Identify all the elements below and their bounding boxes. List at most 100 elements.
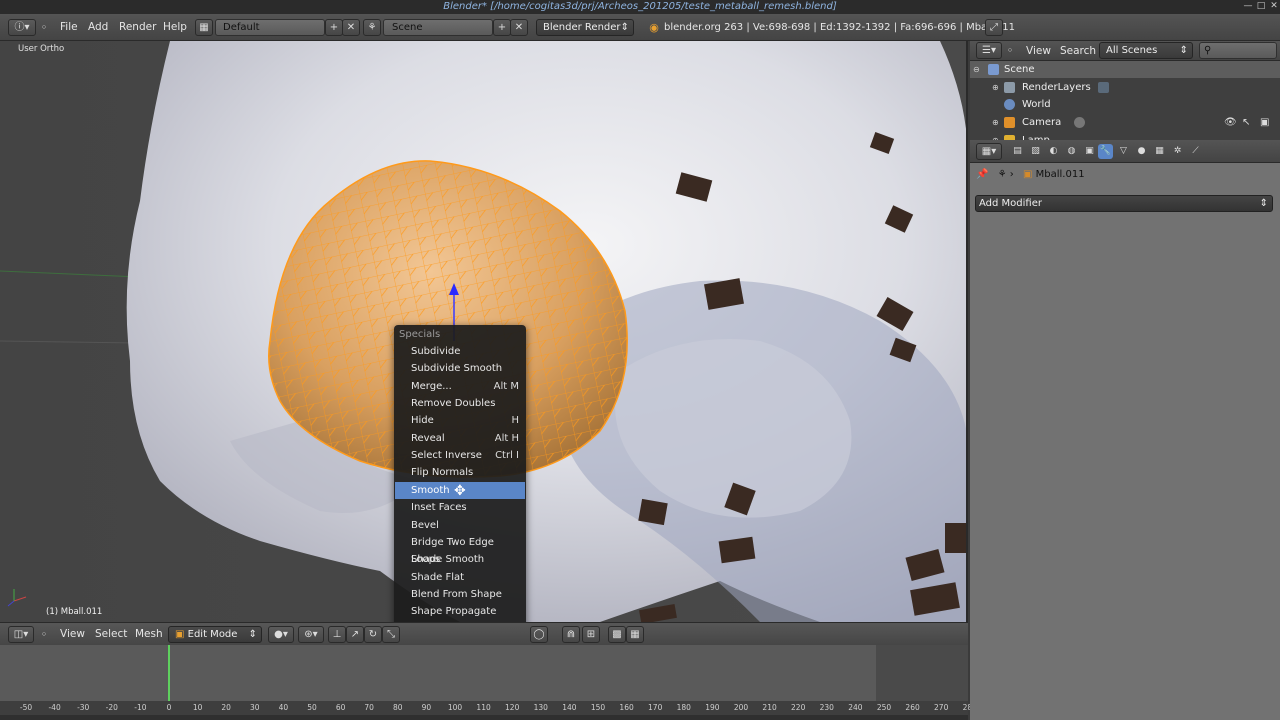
menu-item-select-inverse[interactable]: Select Inverse Ctrl I bbox=[395, 447, 525, 464]
render-anim-icon[interactable]: ▦ bbox=[626, 626, 644, 643]
outliner-menu-search[interactable]: Search bbox=[1060, 44, 1096, 59]
timeline-out-of-range bbox=[876, 645, 968, 701]
outliner-row-camera[interactable]: ⊕ Camera 👁 ↖ ▣ bbox=[970, 114, 1280, 131]
snap-element-icon[interactable]: ⊞ bbox=[582, 626, 600, 643]
render-toggle-icon[interactable]: ▣ bbox=[1260, 114, 1269, 131]
pivot-icon[interactable]: ⊛▾ bbox=[298, 626, 324, 643]
object-tab-icon[interactable]: ▣ bbox=[1082, 144, 1097, 159]
current-frame-cursor[interactable] bbox=[168, 645, 170, 705]
menu-item-subdivide-smooth[interactable]: Subdivide Smooth bbox=[395, 360, 525, 377]
shading-icon[interactable]: ●▾ bbox=[268, 626, 294, 643]
add-layout-icon[interactable]: + bbox=[325, 19, 343, 36]
menu-mesh[interactable]: Mesh bbox=[135, 628, 163, 640]
timeline-scrollbar[interactable] bbox=[0, 715, 968, 720]
outliner-row-renderlayers[interactable]: ⊕ RenderLayers bbox=[970, 79, 1280, 96]
minimize-button[interactable]: — bbox=[1242, 1, 1254, 12]
collapse-menu-icon[interactable]: ◦ bbox=[1002, 42, 1018, 59]
expand-icon[interactable]: ⊕ bbox=[992, 132, 1002, 140]
menu-render[interactable]: Render bbox=[119, 20, 156, 35]
scene-tab-icon[interactable]: ◐ bbox=[1046, 144, 1061, 159]
editor-type-icon[interactable]: ⓘ▾ bbox=[8, 19, 36, 36]
outliner-row-scene[interactable]: ⊖ Scene bbox=[970, 61, 1280, 78]
proportional-edit-icon[interactable]: ◯ bbox=[530, 626, 548, 643]
blender-window: Blender* [/home/cogitas3d/prj/Archeos_20… bbox=[0, 0, 1280, 720]
editor-type-icon[interactable]: ◫▾ bbox=[8, 626, 34, 643]
expand-icon[interactable]: ⊕ bbox=[992, 79, 1002, 96]
menu-item-hide[interactable]: Hide H bbox=[395, 412, 525, 429]
chevron-updown-icon: ⇕ bbox=[248, 629, 257, 640]
menu-item-remove-doubles[interactable]: Remove Doubles bbox=[395, 395, 525, 412]
render-tab-icon[interactable]: ▤ bbox=[1010, 144, 1025, 159]
layout-field[interactable]: Default bbox=[215, 19, 325, 36]
pin-icon[interactable]: 📌 bbox=[976, 169, 988, 180]
material-tab-icon[interactable]: ● bbox=[1134, 144, 1149, 159]
render-preview-icon[interactable]: ▩ bbox=[608, 626, 626, 643]
menu-item-shade-smooth[interactable]: Shade Smooth bbox=[395, 551, 525, 568]
cursor-select-icon[interactable]: ↖ bbox=[1242, 114, 1250, 131]
scene-field[interactable]: Scene bbox=[383, 19, 493, 36]
render-engine-dropdown[interactable]: Blender Render ⇕ bbox=[536, 19, 634, 36]
fullscreen-icon[interactable]: ⤢ bbox=[985, 19, 1003, 36]
scene-icon[interactable]: ⚘ bbox=[363, 19, 381, 36]
menu-item-bridge-two-edge-loops[interactable]: Bridge Two Edge Loops bbox=[395, 534, 525, 565]
menu-item-merge[interactable]: Merge... Alt M bbox=[395, 378, 525, 395]
menu-file[interactable]: File bbox=[60, 20, 78, 35]
add-modifier-dropdown[interactable]: Add Modifier ⇕ bbox=[975, 195, 1273, 212]
data-tab-icon[interactable]: ▽ bbox=[1116, 144, 1131, 159]
outliner-label: Scene bbox=[1004, 64, 1035, 75]
menu-item-shade-flat[interactable]: Shade Flat bbox=[395, 569, 525, 586]
close-button[interactable]: ✕ bbox=[1268, 1, 1280, 12]
display-filter-dropdown[interactable]: All Scenes ⇕ bbox=[1099, 42, 1193, 59]
frame-tick-label: -40 bbox=[48, 703, 61, 712]
mode-dropdown[interactable]: ▣ Edit Mode ⇕ bbox=[168, 626, 262, 643]
menu-item-shortcut: Ctrl I bbox=[495, 450, 519, 462]
collapse-menu-icon[interactable]: ◦ bbox=[36, 19, 52, 36]
add-scene-icon[interactable]: + bbox=[493, 19, 511, 36]
editor-type-icon[interactable]: ☰▾ bbox=[976, 42, 1002, 59]
snap-icon[interactable]: ⋒ bbox=[562, 626, 580, 643]
menu-item-blend-from-shape[interactable]: Blend From Shape bbox=[395, 586, 525, 603]
menu-help[interactable]: Help bbox=[163, 20, 187, 35]
mode-label: Edit Mode bbox=[187, 629, 238, 640]
world-tab-icon[interactable]: ◍ bbox=[1064, 144, 1079, 159]
remove-scene-icon[interactable]: ✕ bbox=[510, 19, 528, 36]
scale-icon[interactable]: ⤡ bbox=[382, 626, 400, 643]
outliner-row-world[interactable]: World bbox=[970, 96, 1280, 113]
texture-tab-icon[interactable]: ▦ bbox=[1152, 144, 1167, 159]
menu-item-inset-faces[interactable]: Inset Faces bbox=[395, 499, 525, 516]
rotate-icon[interactable]: ↻ bbox=[364, 626, 382, 643]
menu-item-shape-propagate[interactable]: Shape Propagate bbox=[395, 603, 525, 620]
collapse-menu-icon[interactable]: ◦ bbox=[36, 626, 52, 643]
menu-item-flip-normals[interactable]: Flip Normals bbox=[395, 464, 525, 481]
editor-type-icon[interactable]: ▦▾ bbox=[976, 143, 1002, 160]
frame-tick-label: 210 bbox=[762, 703, 777, 712]
outliner-label: Camera bbox=[1022, 117, 1062, 128]
expand-icon[interactable]: ⊕ bbox=[992, 114, 1002, 131]
render-layers-tab-icon[interactable]: ▧ bbox=[1028, 144, 1043, 159]
eye-icon[interactable]: 👁 bbox=[1224, 114, 1237, 131]
menu-select[interactable]: Select bbox=[95, 628, 127, 640]
menu-item-label: Hide bbox=[411, 415, 434, 427]
outliner-search-input[interactable]: ⚲ bbox=[1199, 42, 1277, 59]
translate-icon[interactable]: ↗ bbox=[346, 626, 364, 643]
add-modifier-label: Add Modifier bbox=[979, 198, 1042, 209]
physics-tab-icon[interactable]: ⟋ bbox=[1188, 144, 1203, 159]
screen-layout-icon[interactable]: ▦ bbox=[195, 19, 213, 36]
modifiers-tab-icon[interactable]: 🔧 bbox=[1098, 144, 1113, 159]
outliner-row-lamp[interactable]: ⊕ Lamp bbox=[970, 132, 1280, 140]
menu-add[interactable]: Add bbox=[88, 20, 108, 35]
outliner[interactable]: ⊖ Scene ⊕ RenderLayers World ⊕ Camera 👁 … bbox=[970, 61, 1280, 140]
timeline[interactable]: -50 -40 -30 -20 -10 0 10 20 30 40 50 60 70 80 90 100 110… bbox=[0, 645, 977, 720]
frame-tick-label: 220 bbox=[791, 703, 806, 712]
outliner-menu-view[interactable]: View bbox=[1026, 44, 1051, 59]
menu-item-reveal[interactable]: Reveal Alt H bbox=[395, 430, 525, 447]
maximize-button[interactable]: □ bbox=[1255, 1, 1267, 12]
menu-item-bevel[interactable]: Bevel bbox=[395, 517, 525, 534]
collapse-icon[interactable]: ⊖ bbox=[973, 61, 983, 78]
chevron-updown-icon: ⇕ bbox=[1179, 45, 1188, 56]
remove-layout-icon[interactable]: ✕ bbox=[342, 19, 360, 36]
manipulator-icon[interactable]: ⊥ bbox=[328, 626, 346, 643]
menu-item-subdivide[interactable]: Subdivide bbox=[395, 343, 525, 360]
menu-view[interactable]: View bbox=[60, 628, 85, 640]
particles-tab-icon[interactable]: ✲ bbox=[1170, 144, 1185, 159]
